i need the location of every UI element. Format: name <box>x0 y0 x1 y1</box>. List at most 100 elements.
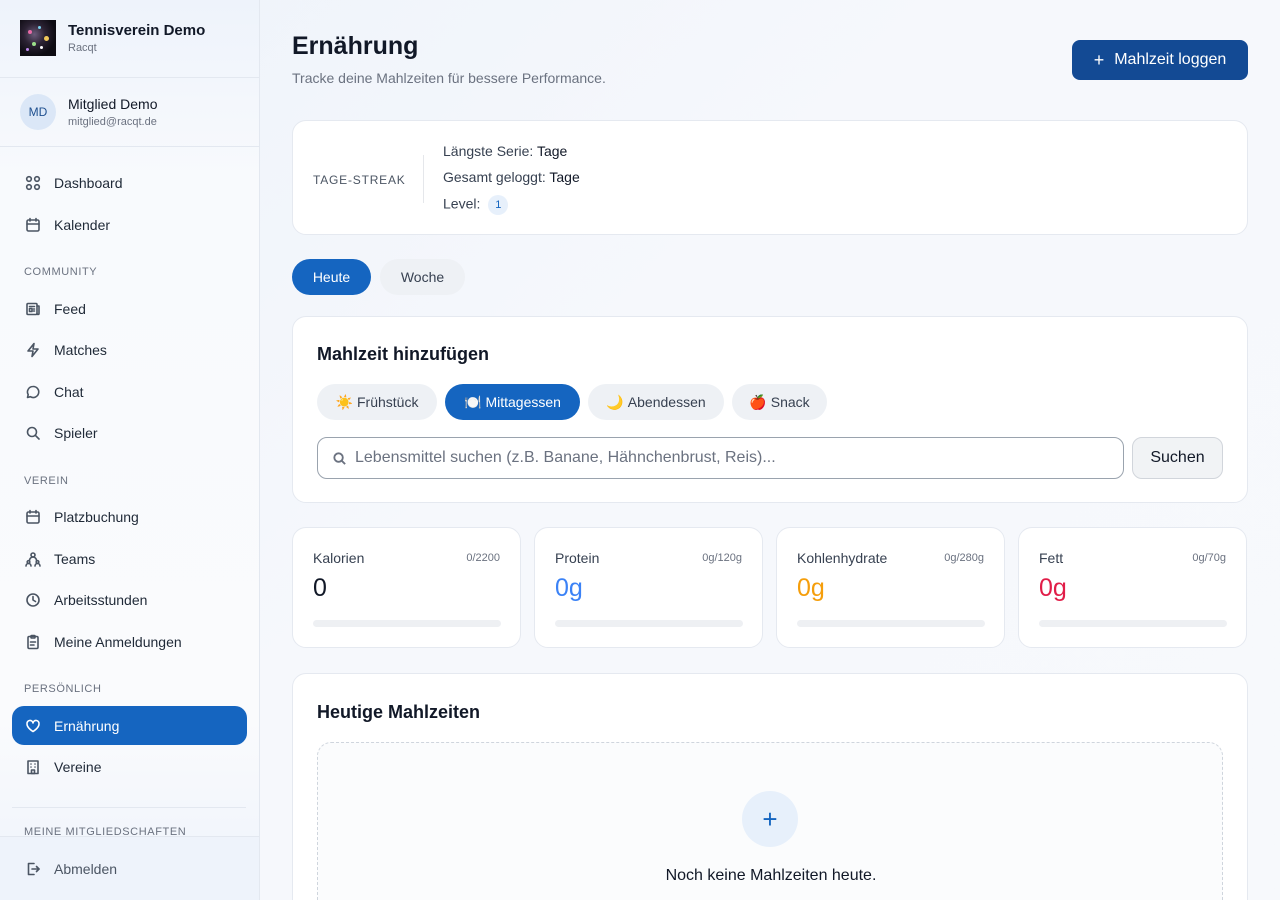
newspaper-icon <box>24 300 42 318</box>
meal-type-snack[interactable]: 🍎 Snack <box>732 384 827 420</box>
macro-value: 0g <box>555 574 583 602</box>
add-meal-title: Mahlzeit hinzufügen <box>317 344 489 364</box>
calendar-icon <box>24 216 42 234</box>
sun-icon: ☀️ <box>335 393 353 410</box>
macro-card-fett: Fett 0g/70g 0g <box>1018 527 1247 648</box>
macro-card-protein: Protein 0g/120g 0g <box>534 527 763 648</box>
plus-icon: + <box>762 803 778 834</box>
meal-type-label: Snack <box>770 394 810 410</box>
lightning-icon <box>24 341 42 359</box>
macro-card-kalorien: Kalorien 0/2200 0 <box>292 527 521 648</box>
calendar-icon <box>24 508 42 526</box>
clipboard-icon <box>24 633 42 651</box>
moon-icon: 🌙 <box>606 393 624 410</box>
progress-bar <box>1039 620 1227 627</box>
macro-name: Fett <box>1039 550 1064 566</box>
section-label-persoenlich: PERSÖNLICH <box>24 683 102 695</box>
sidebar-item-label: Vereine <box>54 758 102 775</box>
macro-name: Kohlenhydrate <box>797 550 888 566</box>
progress-bar <box>797 620 985 627</box>
sidebar-item-feed[interactable]: Feed <box>12 289 247 328</box>
sidebar-item-label: Spieler <box>54 424 98 441</box>
meal-type-abendessen[interactable]: 🌙 Abendessen <box>588 384 724 420</box>
macro-goal: 0g/120g <box>702 552 742 564</box>
avatar: MD <box>20 94 56 130</box>
tab-woche[interactable]: Woche <box>380 259 465 295</box>
total-logged-value: Tage <box>549 169 580 185</box>
building-icon <box>24 758 42 776</box>
today-meals-card: Heutige Mahlzeiten + Noch keine Mahlzeit… <box>292 673 1248 900</box>
sidebar-item-chat[interactable]: Chat <box>12 372 247 411</box>
dashboard-icon <box>24 174 42 192</box>
macro-value: 0g <box>1039 574 1067 602</box>
progress-bar <box>313 620 501 627</box>
sidebar-item-label: Platzbuchung <box>54 508 139 525</box>
macro-card-kohlenhydrate: Kohlenhydrate 0g/280g 0g <box>776 527 1005 648</box>
meal-type-mittagessen[interactable]: 🍽️ Mittagessen <box>445 384 580 420</box>
logout-label: Abmelden <box>54 860 118 877</box>
sidebar-footer: Abmelden <box>0 836 259 900</box>
total-logged-label: Gesamt geloggt: <box>443 169 546 185</box>
app-name: Racqt <box>68 42 97 54</box>
search-button[interactable]: Suchen <box>1132 437 1223 479</box>
add-meal-card: Mahlzeit hinzufügen ☀️ Frühstück 🍽️ Mitt… <box>292 316 1248 503</box>
heart-icon <box>24 717 42 735</box>
empty-state-text: Noch keine Mahlzeiten heute. <box>665 867 877 884</box>
macro-name: Protein <box>555 550 600 566</box>
sidebar-item-label: Meine Anmeldungen <box>54 633 182 650</box>
divider <box>423 155 424 203</box>
level-badge: 1 <box>488 195 509 215</box>
sidebar-item-dashboard[interactable]: Dashboard <box>12 163 247 202</box>
sidebar-item-vereine[interactable]: Vereine <box>12 747 247 786</box>
user-profile[interactable]: MD Mitglied Demo mitglied@racqt.de <box>20 92 250 132</box>
longest-streak-label: Längste Serie: <box>443 143 534 159</box>
meal-type-label: Abendessen <box>627 394 706 410</box>
divider <box>0 77 259 78</box>
logout-button[interactable]: Abmelden <box>12 849 247 888</box>
log-meal-label: Mahlzeit loggen <box>1114 51 1227 68</box>
plate-icon: 🍽️ <box>464 393 482 410</box>
apple-icon: 🍎 <box>749 393 767 410</box>
sidebar-item-platzbuchung[interactable]: Platzbuchung <box>12 497 247 536</box>
section-label-verein: VEREIN <box>24 475 69 487</box>
level: Level: 1 <box>443 195 509 215</box>
progress-bar <box>555 620 743 627</box>
add-meal-plus-button[interactable]: + <box>742 791 798 847</box>
sidebar-item-spieler[interactable]: Spieler <box>12 413 247 452</box>
divider <box>0 146 259 147</box>
sidebar-item-label: Teams <box>54 550 96 567</box>
tab-heute[interactable]: Heute <box>292 259 371 295</box>
sidebar-item-kalender[interactable]: Kalender <box>12 205 247 244</box>
empty-state: + Noch keine Mahlzeiten heute. <box>317 742 1223 900</box>
macro-value: 0g <box>797 574 825 602</box>
meal-type-label: Mittagessen <box>485 394 561 410</box>
logout-icon <box>24 860 42 878</box>
sidebar-item-meine-anmeldungen[interactable]: Meine Anmeldungen <box>12 622 247 661</box>
macro-goal: 0/2200 <box>466 552 500 564</box>
sidebar: Tennisverein Demo Racqt MD Mitglied Demo… <box>0 0 260 900</box>
user-name: Mitglied Demo <box>68 96 158 112</box>
food-search[interactable] <box>317 437 1124 479</box>
macro-value: 0 <box>313 574 327 602</box>
sidebar-item-arbeitsstunden[interactable]: Arbeitsstunden <box>12 580 247 619</box>
section-label-community: COMMUNITY <box>24 266 98 278</box>
sidebar-item-label: Feed <box>54 300 86 317</box>
clock-icon <box>24 591 42 609</box>
divider <box>12 807 246 808</box>
plus-icon: + <box>1093 50 1105 70</box>
sidebar-item-label: Kalender <box>54 216 111 233</box>
level-label: Level: <box>443 195 481 212</box>
brand[interactable]: Tennisverein Demo Racqt <box>20 20 250 58</box>
sidebar-item-matches[interactable]: Matches <box>12 330 247 369</box>
sidebar-item-label: Chat <box>54 383 84 400</box>
total-logged: Gesamt geloggt: Tage <box>443 169 580 185</box>
chat-icon <box>24 383 42 401</box>
meal-type-fruehstueck[interactable]: ☀️ Frühstück <box>317 384 437 420</box>
club-logo <box>20 20 56 56</box>
sidebar-item-teams[interactable]: Teams <box>12 539 247 578</box>
sidebar-item-ernaehrung[interactable]: Ernährung <box>12 706 247 745</box>
food-search-input[interactable] <box>355 449 1095 467</box>
sidebar-item-label: Arbeitsstunden <box>54 591 148 608</box>
log-meal-button[interactable]: + Mahlzeit loggen <box>1072 40 1248 80</box>
longest-streak-value: Tage <box>536 143 568 159</box>
